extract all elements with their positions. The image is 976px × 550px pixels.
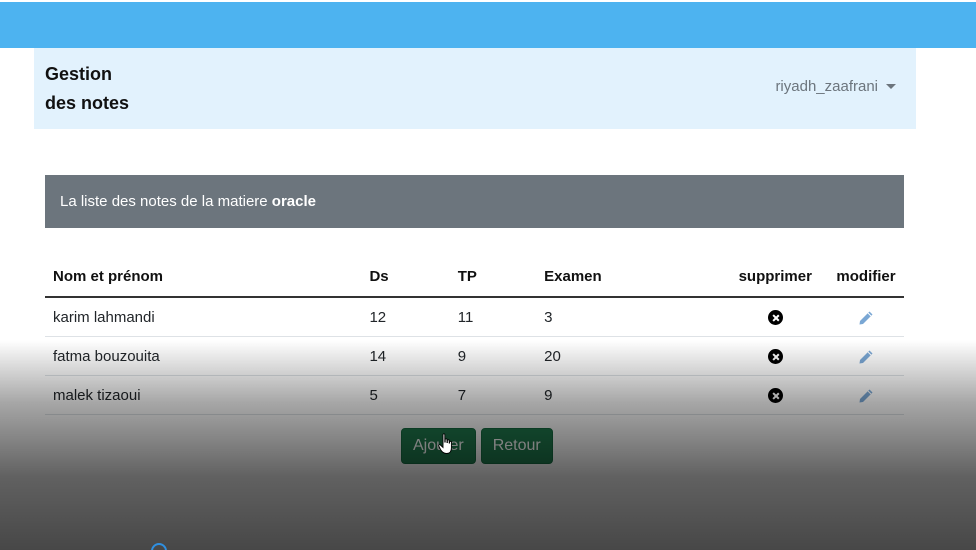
cell-edit <box>828 375 904 415</box>
subject-banner: La liste des notes de la matiere oracle <box>45 175 904 228</box>
top-bar <box>0 2 976 48</box>
column-header-delete: supprimer <box>722 257 828 298</box>
cell-exam: 9 <box>536 375 723 415</box>
add-button[interactable]: Ajouter <box>401 428 476 464</box>
notes-table: Nom et prénom Ds TP Examen supprimer mod… <box>45 257 904 415</box>
cell-tp: 11 <box>449 297 537 337</box>
cell-ds: 5 <box>361 375 450 415</box>
column-header-tp: TP <box>449 257 537 298</box>
cell-delete <box>722 336 828 376</box>
cell-name: karim lahmandi <box>45 297 362 337</box>
column-header-ds: Ds <box>361 257 450 298</box>
cell-edit <box>828 336 904 376</box>
page: Gestion des notes riyadh_zaafrani La lis… <box>0 0 976 550</box>
cell-exam: 3 <box>536 297 723 337</box>
caret-down-icon <box>886 84 896 89</box>
form-actions: Ajouter Retour <box>401 428 553 464</box>
table-row: karim lahmandi 12 11 3 <box>45 297 904 337</box>
user-menu[interactable]: riyadh_zaafrani <box>775 78 896 95</box>
cell-ds: 12 <box>361 297 450 337</box>
cell-tp: 9 <box>449 336 537 376</box>
column-header-exam: Examen <box>536 257 723 298</box>
pencil-icon[interactable] <box>858 349 874 365</box>
banner-text: La liste des notes de la matiere <box>60 193 272 210</box>
pencil-icon[interactable] <box>858 310 874 326</box>
navbar: Gestion des notes riyadh_zaafrani <box>34 48 916 129</box>
app-brand[interactable]: Gestion des notes <box>45 60 165 118</box>
table-row: fatma bouzouita 14 9 20 <box>45 336 904 376</box>
cell-delete <box>722 375 828 415</box>
delete-icon[interactable] <box>767 388 783 404</box>
user-name: riyadh_zaafrani <box>775 78 878 95</box>
loading-spinner-icon <box>151 543 167 550</box>
cell-name: fatma bouzouita <box>45 336 362 376</box>
cell-tp: 7 <box>449 375 537 415</box>
banner-subject: oracle <box>271 193 316 210</box>
brand-line-1: Gestion <box>45 64 113 84</box>
cell-exam: 20 <box>536 336 723 376</box>
column-header-name: Nom et prénom <box>45 257 362 298</box>
delete-icon[interactable] <box>767 310 783 326</box>
cell-ds: 14 <box>361 336 450 376</box>
column-header-edit: modifier <box>828 257 904 298</box>
table-header-row: Nom et prénom Ds TP Examen supprimer mod… <box>45 257 904 298</box>
delete-icon[interactable] <box>767 349 783 365</box>
table-row: malek tizaoui 5 7 9 <box>45 375 904 415</box>
brand-line-2: des notes <box>45 93 130 113</box>
back-button[interactable]: Retour <box>480 428 553 464</box>
cell-name: malek tizaoui <box>45 375 362 415</box>
cell-edit <box>828 297 904 337</box>
cell-delete <box>722 297 828 337</box>
pencil-icon[interactable] <box>858 388 874 404</box>
